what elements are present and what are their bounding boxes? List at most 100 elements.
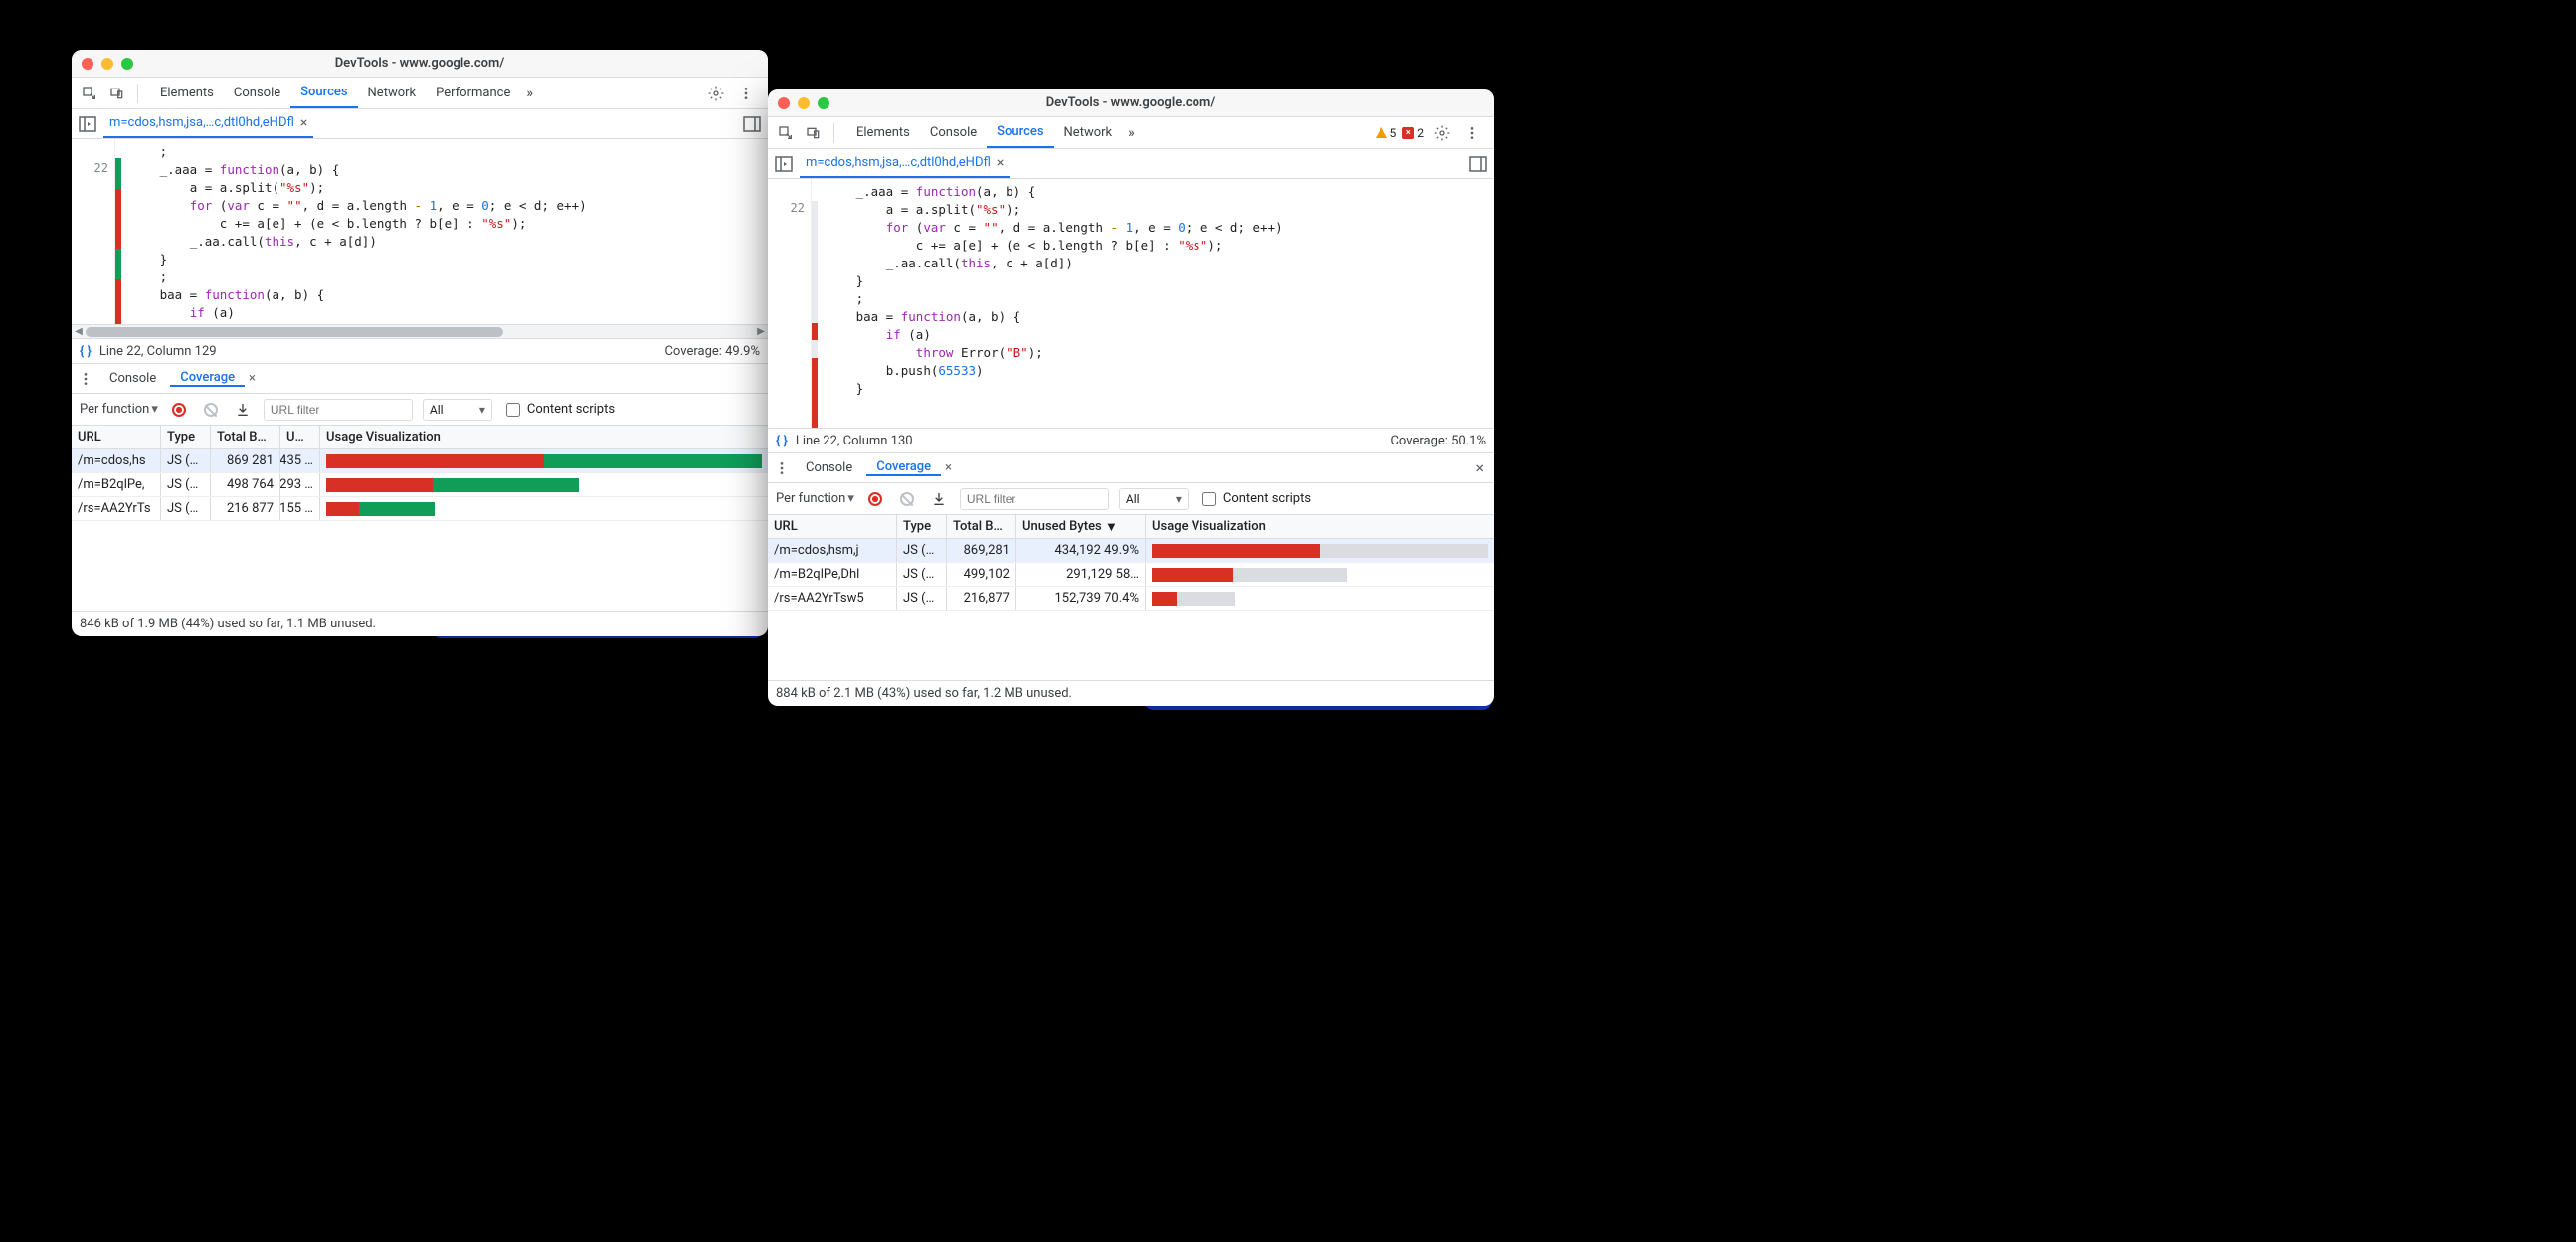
col-total[interactable]: Total B… [947, 515, 1016, 538]
warnings-badge[interactable]: 5 [1376, 126, 1397, 140]
col-total[interactable]: Total B… [211, 426, 280, 448]
inspect-icon[interactable] [78, 82, 101, 105]
tab-sources[interactable]: Sources [987, 117, 1053, 148]
cell-url: /m=cdos,hs [72, 449, 161, 472]
zoom-icon[interactable] [121, 58, 133, 70]
cell-unused: 293 … [280, 473, 320, 496]
cell-unused: 152,739 70.4% [1016, 587, 1146, 610]
content-scripts-checkbox[interactable]: Content scripts [502, 400, 615, 420]
type-filter-dropdown[interactable]: All [1119, 488, 1189, 510]
more-tabs-icon[interactable]: » [520, 78, 539, 108]
navigator-toggle-icon[interactable] [78, 114, 97, 134]
type-filter-dropdown[interactable]: All [423, 399, 492, 421]
clear-button[interactable] [200, 399, 222, 421]
col-url[interactable]: URL [768, 515, 897, 538]
code-content: ; _.aaa = function(a, b) { a = a.split("… [115, 139, 768, 324]
table-row[interactable]: /m=B2qlPe,JS (…498 764293 … [72, 473, 768, 497]
cell-url: /m=cdos,hsm,j [768, 539, 897, 562]
drawer-tab-coverage[interactable]: Coverage [170, 370, 245, 387]
tab-elements[interactable]: Elements [846, 117, 920, 148]
content-scripts-checkbox[interactable]: Content scripts [1198, 489, 1311, 509]
export-button[interactable] [232, 399, 254, 421]
zoom-icon[interactable] [818, 97, 829, 109]
cursor-position: Line 22, Column 129 [99, 344, 217, 359]
line-gutter: 22 [768, 179, 812, 428]
record-button[interactable] [168, 399, 190, 421]
col-viz[interactable]: Usage Visualization [320, 426, 768, 448]
file-tab[interactable]: m=cdos,hsm,jsa,…c,dtl0hd,eHDfl × [800, 149, 1010, 178]
cell-type: JS (… [161, 473, 211, 496]
col-unused[interactable]: Unused Bytes ▼ [1016, 515, 1146, 538]
file-tab-label: m=cdos,hsm,jsa,…c,dtl0hd,eHDfl [109, 115, 294, 130]
export-button[interactable] [928, 488, 950, 510]
drawer-tab-console[interactable]: Console [99, 371, 166, 386]
drawer-tab-console[interactable]: Console [796, 460, 862, 475]
coverage-toolbar: Per function▾ All Content scripts [768, 483, 1494, 515]
close-file-icon[interactable]: × [300, 115, 307, 131]
editor-status-bar: { } Line 22, Column 130 Coverage: 50.1% [768, 428, 1494, 453]
table-row[interactable]: /m=B2qlPe,DhlJS (…499,102291,129 58… [768, 563, 1494, 587]
cell-url: /rs=AA2YrTsw5 [768, 587, 897, 610]
cell-total: 498 764 [211, 473, 280, 496]
errors-badge[interactable]: × 2 [1402, 126, 1424, 140]
record-button[interactable] [864, 488, 886, 510]
cell-unused: 434,192 49.9% [1016, 539, 1146, 562]
tab-performance[interactable]: Performance [426, 78, 520, 108]
col-viz[interactable]: Usage Visualization [1146, 515, 1494, 538]
debugger-toggle-icon[interactable] [1468, 154, 1488, 174]
cell-total: 216 877 [211, 497, 280, 520]
minimize-icon[interactable] [798, 97, 810, 109]
col-unused[interactable]: U… [280, 426, 320, 448]
horizontal-scrollbar[interactable]: ◀▶ [72, 324, 768, 338]
settings-icon[interactable] [704, 82, 728, 105]
col-url[interactable]: URL [72, 426, 161, 448]
kebab-menu-icon[interactable] [734, 82, 758, 105]
pretty-print-icon[interactable]: { } [80, 344, 92, 359]
tab-sources[interactable]: Sources [290, 78, 357, 108]
url-filter-input[interactable] [264, 399, 413, 421]
col-type[interactable]: Type [161, 426, 211, 448]
tab-console[interactable]: Console [224, 78, 290, 108]
col-type[interactable]: Type [897, 515, 947, 538]
close-coverage-tab-icon[interactable]: × [945, 460, 952, 475]
table-row[interactable]: /rs=AA2YrTsw5JS (…216,877152,739 70.4% [768, 587, 1494, 611]
debugger-toggle-icon[interactable] [742, 114, 762, 134]
tab-elements[interactable]: Elements [150, 78, 224, 108]
pretty-print-icon[interactable]: { } [776, 434, 788, 448]
device-toggle-icon[interactable] [802, 121, 826, 145]
close-icon[interactable] [778, 97, 790, 109]
navigator-toggle-icon[interactable] [774, 154, 794, 174]
close-icon[interactable] [82, 58, 93, 70]
file-tab-label: m=cdos,hsm,jsa,…c,dtl0hd,eHDfl [806, 155, 991, 170]
table-row[interactable]: /m=cdos,hsJS (…869 281435 … [72, 449, 768, 473]
url-filter-input[interactable] [960, 488, 1109, 510]
table-row[interactable]: /m=cdos,hsm,jJS (…869,281434,192 49.9% [768, 539, 1494, 563]
clear-button[interactable] [896, 488, 918, 510]
table-row[interactable]: /rs=AA2YrTsJS (…216 877155 … [72, 497, 768, 521]
tab-console[interactable]: Console [920, 117, 987, 148]
drawer-tab-coverage[interactable]: Coverage [866, 459, 941, 476]
device-toggle-icon[interactable] [105, 82, 129, 105]
devtools-window-left: DevTools - www.google.com/ Elements Cons… [72, 50, 768, 636]
close-coverage-tab-icon[interactable]: × [249, 371, 256, 386]
cell-viz [1146, 539, 1494, 562]
drawer-kebab-icon[interactable] [76, 367, 95, 391]
cell-unused: 155 … [280, 497, 320, 520]
more-tabs-icon[interactable]: » [1122, 117, 1141, 148]
minimize-icon[interactable] [101, 58, 113, 70]
code-editor[interactable]: 22 _.aaa = function(a, b) { a = a.split(… [768, 179, 1494, 428]
close-drawer-icon[interactable]: × [1469, 458, 1490, 477]
code-editor[interactable]: 22 ; _.aaa = function(a, b) { a = a.spli… [72, 139, 768, 324]
cell-unused: 435 … [280, 449, 320, 472]
coverage-type-dropdown[interactable]: Per function▾ [80, 402, 158, 417]
settings-icon[interactable] [1430, 121, 1454, 145]
drawer-kebab-icon[interactable] [772, 456, 792, 480]
file-tab[interactable]: m=cdos,hsm,jsa,…c,dtl0hd,eHDfl × [103, 109, 313, 138]
tab-network[interactable]: Network [1054, 117, 1123, 148]
kebab-menu-icon[interactable] [1460, 121, 1484, 145]
coverage-type-dropdown[interactable]: Per function▾ [776, 491, 854, 506]
tab-network[interactable]: Network [358, 78, 427, 108]
cell-viz [320, 497, 768, 520]
inspect-icon[interactable] [774, 121, 798, 145]
close-file-icon[interactable]: × [997, 155, 1004, 171]
